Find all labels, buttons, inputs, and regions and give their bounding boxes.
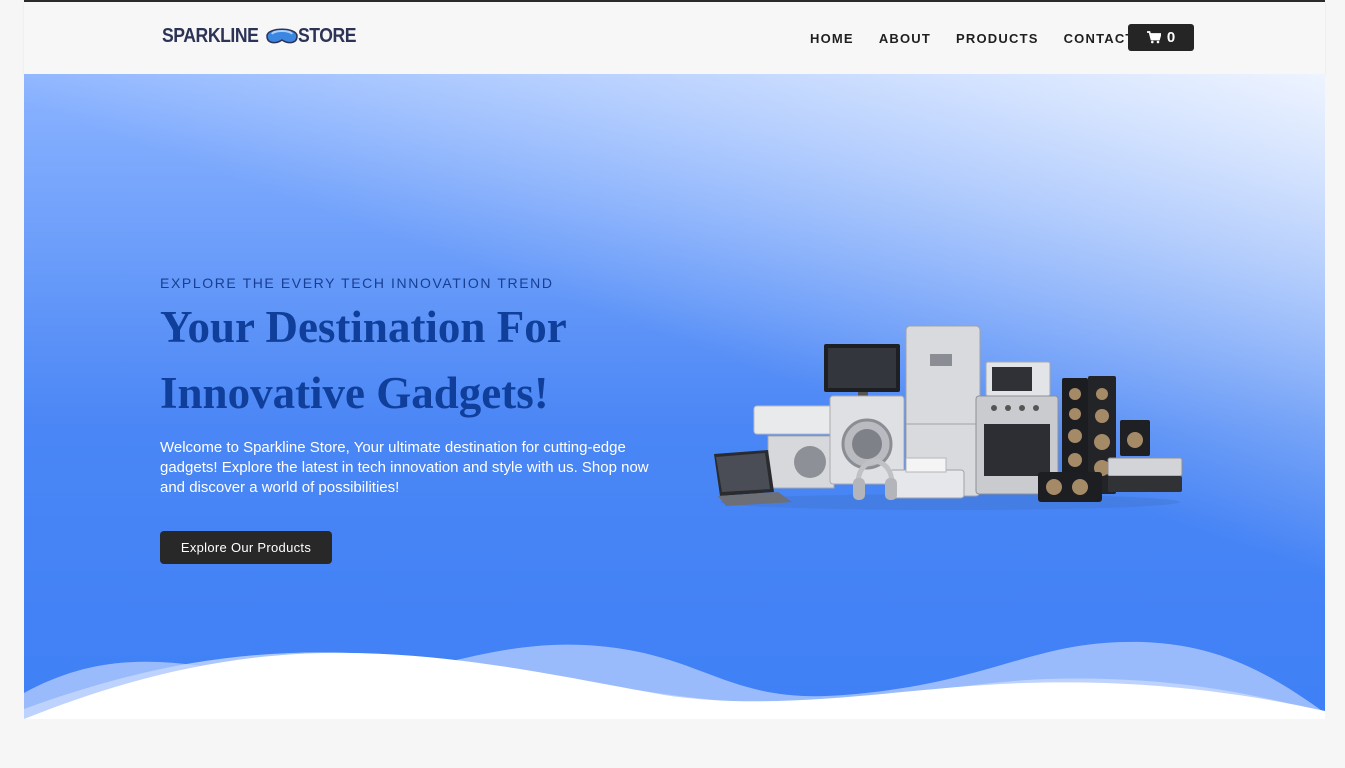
hero-section: EXPLORE THE EVERY TECH INNOVATION TREND … [24, 74, 1325, 719]
nav-home[interactable]: HOME [810, 31, 854, 46]
brand-name-part2: STORE [297, 24, 357, 47]
hero-description: Welcome to Sparkline Store, Your ultimat… [160, 439, 649, 496]
nav-contact[interactable]: CONTACT [1064, 31, 1135, 46]
brand-logo[interactable]: SPARKLINE STORE [162, 22, 364, 50]
nav-products[interactable]: PRODUCTS [956, 31, 1039, 46]
hero-headline: Your Destination For Innovative Gadgets! [160, 294, 680, 426]
nav-about[interactable]: ABOUT [879, 31, 931, 46]
hero-headline-line1: Your Destination For [160, 302, 567, 352]
hero-wave-divider [24, 641, 1325, 719]
explore-products-button[interactable]: Explore Our Products [160, 531, 332, 564]
cart-icon [1146, 31, 1161, 44]
hero-headline-line2: Innovative Gadgets! [160, 368, 549, 418]
cart-button[interactable]: 0 [1128, 24, 1194, 51]
hero-kicker: EXPLORE THE EVERY TECH INNOVATION TREND [160, 275, 554, 291]
appliances-image [714, 325, 1183, 510]
navbar: SPARKLINE STORE HOME ABOUT PRODUCTS CONT… [24, 2, 1325, 74]
main-nav: HOME ABOUT PRODUCTS CONTACT [810, 31, 1160, 46]
brand-name-part1: SPARKLINE [162, 24, 259, 47]
ski-goggles-icon [265, 28, 298, 44]
cart-count: 0 [1166, 29, 1176, 46]
